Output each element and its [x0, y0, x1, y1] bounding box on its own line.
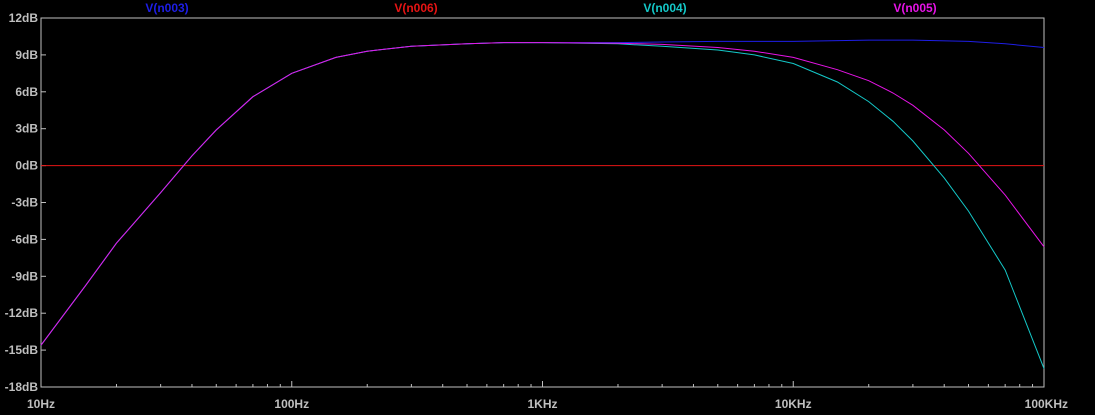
legend-label-vn003[interactable]: V(n003) [145, 1, 188, 15]
series-line-vn005 [40, 42, 1045, 346]
y-tick-label: -9dB [11, 269, 38, 283]
x-axis-labels: 10Hz 100Hz 1KHz 10KHz 100KHz [27, 397, 1068, 411]
y-tick-label: 3dB [15, 122, 38, 136]
series-lines [40, 39, 1045, 369]
y-tick-label: 6dB [15, 85, 38, 99]
plot-frame [40, 17, 1045, 388]
x-tick-label: 100Hz [274, 397, 309, 411]
y-tick-label: 9dB [15, 48, 38, 62]
y-tick-label: -18dB [5, 380, 39, 394]
axis-ticks [40, 17, 1045, 388]
bode-plot: 10Hz 100Hz 1KHz 10KHz 100KHz 12dB 9dB 6dB 3dB 0d… [5, 1, 1068, 411]
x-tick-label: 10Hz [27, 397, 55, 411]
y-tick-label: -3dB [11, 196, 38, 210]
x-tick-label: 1KHz [527, 397, 557, 411]
y-tick-label: 12dB [9, 11, 39, 25]
x-tick-label: 100KHz [1025, 397, 1068, 411]
y-axis-labels: 12dB 9dB 6dB 3dB 0dB -3dB -6dB -9dB -12dB -15dB -1… [5, 11, 39, 394]
y-tick-label: 0dB [15, 159, 38, 173]
legend-label-vn005[interactable]: V(n005) [893, 1, 936, 15]
y-tick-label: -12dB [5, 306, 39, 320]
y-tick-label: -6dB [11, 232, 38, 246]
legend-label-vn006[interactable]: V(n006) [394, 1, 437, 15]
y-tick-label: -15dB [5, 343, 39, 357]
legend-label-vn004[interactable]: V(n004) [643, 1, 686, 15]
x-tick-label: 10KHz [775, 397, 812, 411]
series-line-vn003 [40, 39, 1045, 346]
legend: V(n003) V(n006) V(n004) V(n005) [145, 1, 936, 15]
series-line-vn004 [40, 42, 1045, 369]
